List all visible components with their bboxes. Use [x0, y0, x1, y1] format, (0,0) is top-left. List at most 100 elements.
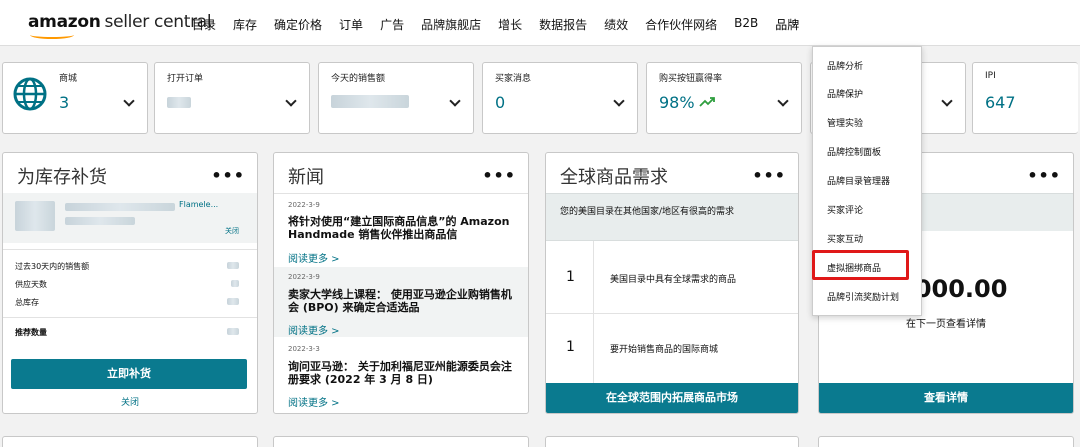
amazon-seller-central-logo[interactable]: amazon seller central	[28, 12, 212, 39]
next-page-hint: 在下一页查看详情	[906, 319, 986, 330]
product-name-link[interactable]: Flamele...	[179, 200, 218, 209]
trend-up-icon	[699, 97, 715, 107]
card-title: 新闻	[288, 167, 324, 188]
main-nav: 目录 库存 确定价格 订单 广告 品牌旗舰店 增长 数据报告 绩效 合作伙伴网络…	[192, 16, 816, 36]
metric-value: 647	[985, 93, 1016, 112]
read-more-link[interactable]: 阅读更多 >	[288, 322, 340, 337]
nav-b2b[interactable]: B2B	[734, 16, 758, 36]
count-value: 1	[566, 339, 575, 355]
globe-icon	[13, 77, 47, 111]
metric-sales-today[interactable]: 今天的销售额	[318, 62, 474, 134]
card-next-row	[2, 436, 258, 447]
menu-item-brand-protection[interactable]: 品牌保护	[827, 87, 863, 100]
row-value-obscured	[227, 298, 239, 305]
news-headline[interactable]: 询问亚马逊： 关于加利福尼亚州能源委员会注册要求 (2022 年 3 月 8 日…	[288, 360, 520, 386]
nav-inventory[interactable]: 库存	[233, 16, 257, 36]
nav-partner-network[interactable]: 合作伙伴网络	[645, 16, 717, 36]
metric-label: 今天的销售额	[331, 74, 386, 84]
more-options-icon[interactable]: •••	[211, 166, 245, 185]
expand-global-button[interactable]: 在全球范围内拓展商品市场	[546, 383, 798, 413]
view-details-button[interactable]: 查看详情	[819, 383, 1073, 413]
metric-label: IPI	[985, 71, 996, 81]
divider	[546, 313, 798, 314]
chevron-down-icon[interactable]	[613, 95, 625, 107]
news-headline[interactable]: 将针对使用“建立国际商品信息”的 Amazon Handmade 销售伙伴推出商…	[288, 215, 520, 241]
chevron-down-icon[interactable]	[285, 95, 297, 107]
metric-value-obscured	[167, 93, 191, 112]
menu-item-brand-catalog-manager[interactable]: 品牌目录管理器	[827, 174, 890, 187]
news-date: 2022-3-3	[288, 345, 320, 353]
metric-buyer-messages[interactable]: 买家消息 0	[482, 62, 638, 134]
metric-value: 0	[495, 93, 506, 112]
metric-open-orders[interactable]: 打开订单	[154, 62, 310, 134]
product-detail-obscured	[65, 217, 135, 225]
metric-label: 购买按钮赢得率	[659, 74, 723, 84]
nav-growth[interactable]: 增长	[498, 16, 522, 36]
global-row-text[interactable]: 美国目录中具有全球需求的商品	[610, 272, 736, 285]
product-thumbnail	[15, 201, 55, 231]
close-link[interactable]: 关闭	[3, 395, 257, 408]
divider	[3, 249, 257, 250]
menu-item-customer-engagement[interactable]: 买家互动	[827, 232, 863, 245]
metric-ipi[interactable]: IPI 647	[972, 62, 1078, 134]
highlight-box	[812, 250, 909, 280]
global-intro-text: 您的美国目录在其他国家/地区有很高的需求	[560, 207, 735, 217]
menu-item-customer-reviews[interactable]: 买家评论	[827, 203, 863, 216]
metric-label: 商城	[59, 74, 78, 84]
close-link[interactable]: 关闭	[225, 226, 239, 236]
nav-catalog[interactable]: 目录	[192, 16, 216, 36]
read-more-link[interactable]: 阅读更多 >	[288, 394, 340, 409]
metric-value: 3	[59, 93, 70, 112]
divider	[274, 193, 528, 194]
nav-performance[interactable]: 绩效	[604, 16, 628, 36]
chevron-down-icon[interactable]	[777, 95, 789, 107]
more-options-icon[interactable]: •••	[1027, 166, 1061, 185]
top-navigation-bar: amazon seller central 目录 库存 确定价格 订单 广告 品牌…	[0, 0, 1080, 46]
news-date: 2022-3-9	[288, 273, 320, 281]
chevron-down-icon[interactable]	[123, 95, 135, 107]
metric-label: 打开订单	[167, 74, 204, 84]
row-value-obscured	[227, 262, 239, 269]
divider	[3, 317, 257, 318]
nav-stores[interactable]: 品牌旗舰店	[421, 16, 481, 36]
nav-orders[interactable]: 订单	[339, 16, 363, 36]
metric-marketplace[interactable]: 商城 3	[2, 62, 148, 134]
metric-buy-box[interactable]: 购买按钮赢得率 98%	[646, 62, 802, 134]
more-options-icon[interactable]: •••	[752, 166, 786, 185]
menu-item-brand-dashboard[interactable]: 品牌控制面板	[827, 145, 881, 158]
row-label: 过去30天内的销售额	[15, 262, 90, 271]
nav-pricing[interactable]: 确定价格	[274, 16, 322, 36]
row-label: 推荐数量	[15, 328, 47, 337]
card-news: 新闻 ••• 2022-3-9 将针对使用“建立国际商品信息”的 Amazon …	[273, 152, 529, 414]
menu-item-brand-referral-bonus[interactable]: 品牌引流奖励计划	[827, 290, 899, 303]
product-name-obscured	[65, 203, 175, 211]
news-date: 2022-3-9	[288, 201, 320, 209]
restock-now-button[interactable]: 立即补货	[11, 359, 247, 389]
chevron-down-icon[interactable]	[941, 95, 953, 107]
chevron-down-icon[interactable]	[449, 95, 461, 107]
row-label: 总库存	[15, 298, 39, 307]
more-options-icon[interactable]: •••	[482, 166, 516, 185]
read-more-link[interactable]: 阅读更多 >	[288, 250, 340, 265]
nav-advertising[interactable]: 广告	[380, 16, 404, 36]
card-next-row	[273, 436, 529, 447]
news-headline[interactable]: 卖家大学线上课程： 使用亚马逊企业购销售机会 (BPO) 来确定合适选品	[288, 288, 520, 314]
metric-value-obscured	[331, 93, 409, 112]
metric-value: 98%	[659, 93, 695, 112]
menu-item-manage-experiments[interactable]: 管理实验	[827, 116, 863, 129]
nav-brands[interactable]: 品牌	[775, 16, 799, 36]
card-restock: 为库存补货 ••• Flamele... 关闭 过去30天内的销售额 供应天数 …	[2, 152, 258, 414]
global-row-text[interactable]: 要开始销售商品的国际商城	[610, 342, 718, 355]
row-label: 供应天数	[15, 280, 47, 289]
row-value-obscured	[227, 328, 239, 335]
restock-product-panel: Flamele... 关闭	[3, 193, 257, 243]
card-title: 全球商品需求	[560, 167, 668, 188]
menu-item-brand-analytics[interactable]: 品牌分析	[827, 59, 863, 72]
nav-reports[interactable]: 数据报告	[539, 16, 587, 36]
count-column	[546, 241, 594, 383]
metric-label: 买家消息	[495, 74, 532, 84]
card-title: 为库存补货	[17, 167, 107, 188]
logo-amazon-text: amazon	[28, 12, 101, 32]
card-next-row	[818, 436, 1074, 447]
logo-smile-icon	[30, 31, 74, 39]
